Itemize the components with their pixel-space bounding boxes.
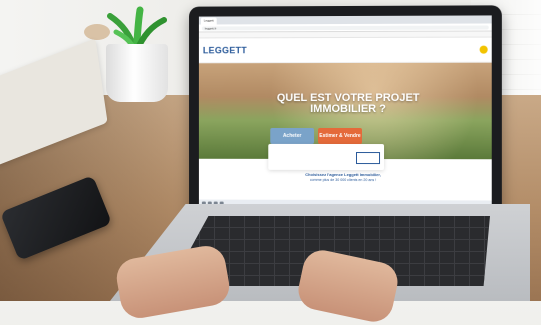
url-field[interactable]: leggett.fr [202,25,489,30]
tagline-primary: Choisissez l'agence Leggett Immobilier, [268,172,418,177]
search-button[interactable] [356,152,380,164]
tagline-secondary: comme plus de 30 000 clients en 20 ans ! [268,178,418,182]
sell-tab-button[interactable]: Estimer & Vendre [318,128,362,144]
search-panel-fields [268,144,384,150]
laptop: Leggett leggett.fr LEGGETT [0,0,541,301]
laptop-screen: Leggett leggett.fr LEGGETT [199,15,492,208]
left-hand [114,243,233,321]
leggett-logo[interactable]: LEGGETT [203,45,247,55]
buy-tab-button[interactable]: Acheter [270,128,314,144]
header-actions [480,46,488,54]
logo-block[interactable]: LEGGETT [203,45,247,55]
site-header: LEGGETT [199,38,492,64]
laptop-lid: Leggett leggett.fr LEGGETT [189,5,502,226]
hero-title: QUEL EST VOTRE PROJET IMMOBILIER ? [268,93,428,115]
cta-tabs: Acheter Estimer & Vendre [270,128,362,144]
yellow-badge-icon [480,46,488,54]
search-panel [268,144,384,170]
browser-tab[interactable]: Leggett [201,17,217,24]
